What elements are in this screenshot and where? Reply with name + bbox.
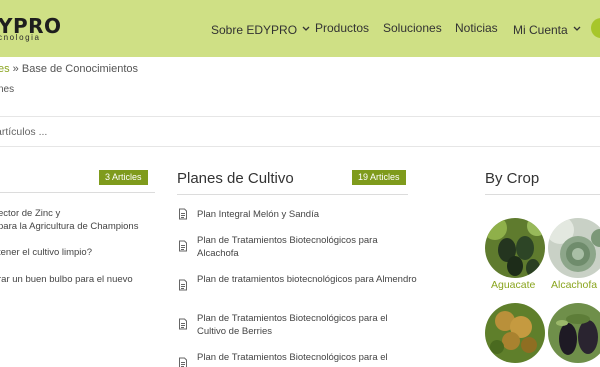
nav-item-mi-cuenta[interactable]: Mi Cuenta bbox=[513, 21, 581, 37]
site-header: YPRO cnologia Sobre EDYPRO Productos Sol… bbox=[0, 0, 600, 57]
section-divider bbox=[177, 194, 408, 195]
header-action-button[interactable] bbox=[591, 18, 600, 38]
article-count-badge: 19 Articles bbox=[352, 170, 406, 185]
page-subtitle: nes bbox=[0, 84, 15, 95]
document-icon bbox=[179, 208, 187, 220]
nav-item-productos[interactable]: Productos bbox=[315, 21, 369, 35]
breadcrumb-link[interactable]: es bbox=[0, 63, 10, 75]
crop-label-alcachofa[interactable]: Alcachofa bbox=[551, 279, 597, 291]
document-icon bbox=[179, 240, 187, 252]
chevron-down-icon bbox=[573, 21, 581, 35]
nav-label: Productos bbox=[315, 21, 370, 35]
document-icon bbox=[179, 318, 187, 330]
article-link[interactable]: Plan de tratamientos biotecnológicos par… bbox=[197, 273, 417, 286]
article-link[interactable]: Plan Integral Melón y Sandía bbox=[197, 208, 417, 221]
nav-item-soluciones[interactable]: Soluciones bbox=[383, 21, 442, 35]
artichoke-image[interactable] bbox=[548, 218, 600, 278]
article-link[interactable]: ector de Zinc y bbox=[0, 207, 60, 220]
section-divider bbox=[485, 194, 600, 195]
article-link[interactable]: Plan de Tratamientos Biotecnológicos par… bbox=[197, 351, 417, 364]
divider bbox=[0, 116, 600, 117]
breadcrumb: es » Base de Conocimientos bbox=[0, 63, 138, 75]
eggplant-image[interactable] bbox=[548, 303, 600, 363]
nav-label: Sobre EDYPRO bbox=[211, 23, 298, 37]
avocado-image[interactable] bbox=[485, 218, 545, 278]
nav-label: Mi Cuenta bbox=[513, 23, 568, 37]
article-link[interactable]: Plan de Tratamientos Biotecnológicos par… bbox=[197, 312, 417, 338]
section-title-by-crop: By Crop bbox=[485, 170, 540, 187]
nav-item-sobre-edypro[interactable]: Sobre EDYPRO bbox=[211, 21, 310, 37]
article-link-continued[interactable]: para la Agricultura de Champions bbox=[0, 220, 138, 233]
divider bbox=[0, 146, 600, 147]
nav-item-noticias[interactable]: Noticias bbox=[455, 21, 498, 35]
chevron-down-icon bbox=[302, 21, 310, 35]
search-input[interactable] bbox=[0, 122, 596, 142]
article-link[interactable]: tener el cultivo limpio? bbox=[0, 246, 92, 259]
article-count-badge: 3 Articles bbox=[99, 170, 148, 185]
nav-label: Soluciones bbox=[383, 21, 442, 35]
breadcrumb-separator: » bbox=[9, 63, 22, 75]
article-link[interactable]: rar un buen bulbo para el nuevo bbox=[0, 273, 133, 286]
nav-label: Noticias bbox=[455, 21, 498, 35]
section-divider bbox=[0, 192, 155, 193]
breadcrumb-current: Base de Conocimientos bbox=[21, 63, 139, 75]
article-link[interactable]: Plan de Tratamientos Biotecnológicos par… bbox=[197, 234, 417, 260]
crop-label-aguacate[interactable]: Aguacate bbox=[491, 279, 535, 291]
document-icon bbox=[179, 357, 187, 367]
grain-image[interactable] bbox=[485, 303, 545, 363]
site-logo-tagline: cnologia bbox=[0, 33, 41, 42]
document-icon bbox=[179, 279, 187, 291]
section-title-planes-de-cultivo[interactable]: Planes de Cultivo bbox=[177, 170, 294, 187]
